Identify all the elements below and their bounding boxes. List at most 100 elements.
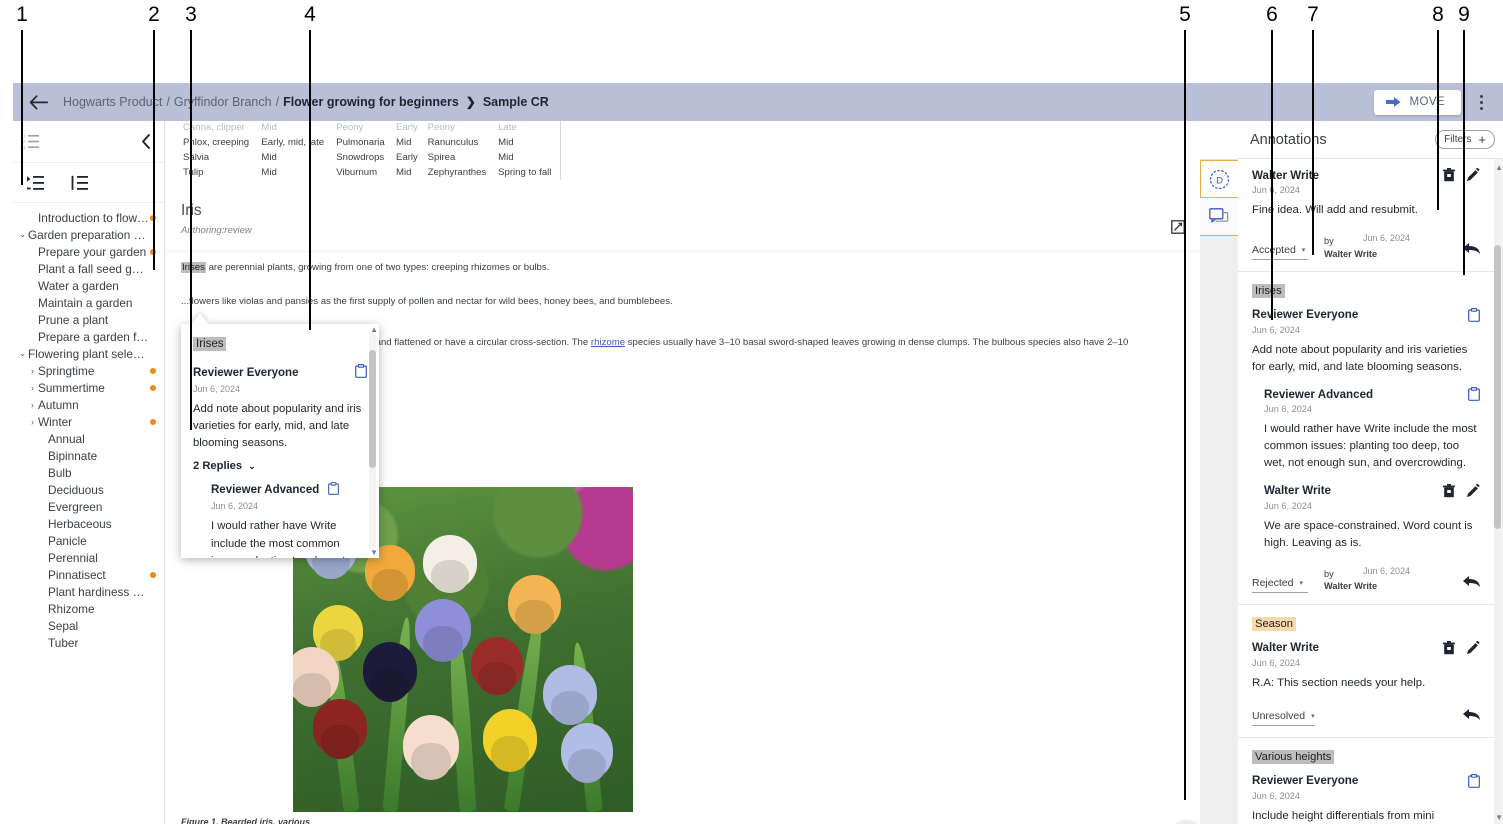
- trash-button[interactable]: [1443, 483, 1455, 498]
- sidebar-item-water-a-garden[interactable]: Water a garden: [13, 277, 164, 294]
- sidebar-item-annual[interactable]: Annual: [13, 430, 164, 447]
- sidebar-collapse-button[interactable]: [141, 134, 152, 149]
- scroll-down-caret-icon[interactable]: ▼: [370, 548, 378, 557]
- annotation-status-select[interactable]: Rejected ▾: [1252, 577, 1308, 593]
- sidebar-item-garden-preparation-and[interactable]: ⌄Garden preparation and ...: [13, 226, 164, 243]
- pencil-button[interactable]: [1466, 640, 1480, 655]
- annotations-scroll-up-icon[interactable]: ▲: [1495, 163, 1503, 172]
- sidebar-item-introduction-to-flowering[interactable]: Introduction to flowering...: [13, 209, 164, 226]
- annotation-anchor-irises[interactable]: Irises: [181, 262, 206, 273]
- chevron-right-icon[interactable]: ›: [27, 417, 38, 427]
- annotations-filters-label: Filters: [1444, 134, 1472, 145]
- callout-number-2: 2: [148, 3, 160, 26]
- sidebar-item-winter[interactable]: › Winter: [13, 413, 164, 430]
- comment-popup-scrollbar[interactable]: [369, 332, 376, 550]
- pencil-button[interactable]: [1466, 483, 1480, 498]
- sidebar-item-plant-hardiness-zone[interactable]: Plant hardiness zone: [13, 583, 164, 600]
- copy-comment-button[interactable]: [355, 364, 367, 381]
- rail-tab-comments[interactable]: [1200, 198, 1238, 236]
- annotation-footer: Unresolved ▾: [1252, 708, 1480, 726]
- comment-popup-replies-label: 2 Replies: [193, 460, 243, 473]
- clipboard-icon: [1468, 773, 1480, 788]
- annotation-card[interactable]: Season Walter Write Jun 6, 2024 R.A: This s…: [1238, 604, 1494, 738]
- chevron-right-icon[interactable]: ›: [27, 400, 38, 410]
- breadcrumb-root[interactable]: Hogwarts Product: [63, 95, 162, 109]
- clipboard-button[interactable]: [1468, 307, 1480, 322]
- sidebar-item-autumn[interactable]: › Autumn: [13, 396, 164, 413]
- trash-button[interactable]: [1443, 168, 1455, 182]
- annotation-reply-button[interactable]: [1463, 575, 1480, 593]
- sidebar-item-pinnatisect[interactable]: Pinnatisect: [13, 566, 164, 583]
- scroll-up-caret-icon[interactable]: ▲: [370, 325, 378, 334]
- sidebar-item-perennial[interactable]: Perennial: [13, 549, 164, 566]
- chevron-right-icon[interactable]: ›: [27, 366, 38, 376]
- sidebar-item-panicle[interactable]: Panicle: [13, 532, 164, 549]
- sidebar-item-flowering-plant-selection[interactable]: ⌄ Flowering plant selection: [13, 345, 164, 362]
- callout-number-7: 7: [1307, 3, 1319, 26]
- chevron-right-icon[interactable]: ›: [27, 383, 38, 393]
- breadcrumb-document[interactable]: Flower growing for beginners: [283, 95, 459, 109]
- collapse-all-button[interactable]: [71, 175, 89, 191]
- sidebar-item-summertime[interactable]: › Summertime: [13, 379, 164, 396]
- annotation-footer: Rejected ▾ Jun 6, 2024 by Walter Write: [1252, 566, 1480, 593]
- sidebar-item-springtime[interactable]: › Springtime: [13, 362, 164, 379]
- sidebar-item-deciduous[interactable]: Deciduous: [13, 481, 164, 498]
- trash-button[interactable]: [1443, 640, 1455, 655]
- sidebar-item-herbaceous[interactable]: Herbaceous: [13, 515, 164, 532]
- app-window: Hogwarts Product / Gryffindor Branch / F…: [0, 41, 1503, 824]
- sidebar-item-maintain-a-garden[interactable]: Maintain a garden: [13, 294, 164, 311]
- copy-reply-button[interactable]: [328, 482, 340, 498]
- annotation-status-label: Rejected: [1252, 576, 1294, 589]
- rail-tab-document[interactable]: D: [1200, 160, 1238, 198]
- annotation-reply-button[interactable]: [1463, 242, 1480, 260]
- comment-popup-text: Add note about popularity and iris varie…: [193, 403, 362, 450]
- annotation-status-select[interactable]: Unresolved ▾: [1252, 710, 1315, 726]
- pencil-button[interactable]: [1466, 168, 1480, 182]
- annotation-anchor-text[interactable]: Season: [1252, 616, 1296, 631]
- sidebar-item-plant-a-fall-seed-garden[interactable]: Plant a fall seed garden: [13, 260, 164, 277]
- more-options-button[interactable]: [1471, 89, 1491, 115]
- annotation-card[interactable]: Walter Write Jun 6, 2024 Fine idea. Will a…: [1238, 159, 1494, 272]
- expand-all-button[interactable]: [27, 175, 45, 191]
- table-row: Salvia Mid Snowdrops Early Spirea Mid: [181, 150, 561, 165]
- sidebar-item-tuber[interactable]: Tuber: [13, 634, 164, 651]
- back-button[interactable]: [25, 89, 51, 115]
- annotations-scroll-down-icon[interactable]: ▼: [1495, 813, 1503, 822]
- move-button[interactable]: MOVE: [1373, 89, 1461, 115]
- chevron-down-icon[interactable]: ⌄: [17, 348, 28, 359]
- sidebar-item-rhizome[interactable]: Rhizome: [13, 600, 164, 617]
- annotation-reply-button[interactable]: [1463, 708, 1480, 726]
- svg-text:1: 1: [23, 134, 26, 138]
- table-cell: Canna, clipper: [183, 122, 245, 133]
- annotations-scrollbar-thumb[interactable]: [1494, 245, 1501, 529]
- breadcrumb-branch[interactable]: Gryffindor Branch: [174, 95, 272, 109]
- link-rhizome[interactable]: rhizome: [591, 337, 625, 348]
- sidebar-item-prepare-your-garden[interactable]: Prepare your garden: [13, 243, 164, 260]
- annotations-header: Annotations Filters +: [1238, 121, 1503, 159]
- sidebar-item-evergreen[interactable]: Evergreen: [13, 498, 164, 515]
- annotations-scrollbar[interactable]: [1494, 167, 1501, 824]
- paragraph-3-post: species usually have 3–10 basal sword-sh…: [625, 336, 1129, 348]
- annotation-anchor-text[interactable]: Various heights: [1252, 749, 1335, 764]
- sidebar-item-bipinnate[interactable]: Bipinnate: [13, 447, 164, 464]
- annotation-card[interactable]: Irises Reviewer Everyone Jun 6, 2024 Add no…: [1238, 271, 1494, 605]
- sidebar-item-sepal[interactable]: Sepal: [13, 617, 164, 634]
- comment-popup[interactable]: Irises Reviewer Everyone Jun 6, 2024 Add…: [181, 324, 379, 558]
- comment-popup-scrollbar-thumb[interactable]: [369, 350, 376, 468]
- annotation-actions: [1443, 483, 1480, 498]
- edit-document-button[interactable]: [1171, 220, 1185, 239]
- sidebar-item-prune-a-plant[interactable]: Prune a plant: [13, 311, 164, 328]
- sidebar-item-bulb[interactable]: Bulb: [13, 464, 164, 481]
- comment-popup-replies-toggle[interactable]: 2 Replies ⌄: [193, 460, 367, 472]
- annotation-status-select[interactable]: Accepted ▾: [1252, 244, 1308, 260]
- annotation-text: Add note about popularity and iris varie…: [1252, 343, 1468, 374]
- annotation-card[interactable]: Various heights Reviewer Everyone Jun 6, 2…: [1238, 737, 1494, 824]
- clipboard-button[interactable]: [1468, 773, 1480, 788]
- numbered-list-button[interactable]: 1 2 3: [23, 134, 40, 149]
- sidebar-item-prepare-a-garden-for-th[interactable]: Prepare a garden for th...: [13, 328, 164, 345]
- clipboard-button[interactable]: [1468, 387, 1480, 402]
- annotations-filters-button[interactable]: Filters +: [1435, 130, 1495, 149]
- sidebar-item-label: Deciduous: [48, 482, 104, 497]
- chevron-down-icon[interactable]: ⌄: [17, 229, 28, 240]
- annotation-anchor-text[interactable]: Irises: [1252, 283, 1285, 298]
